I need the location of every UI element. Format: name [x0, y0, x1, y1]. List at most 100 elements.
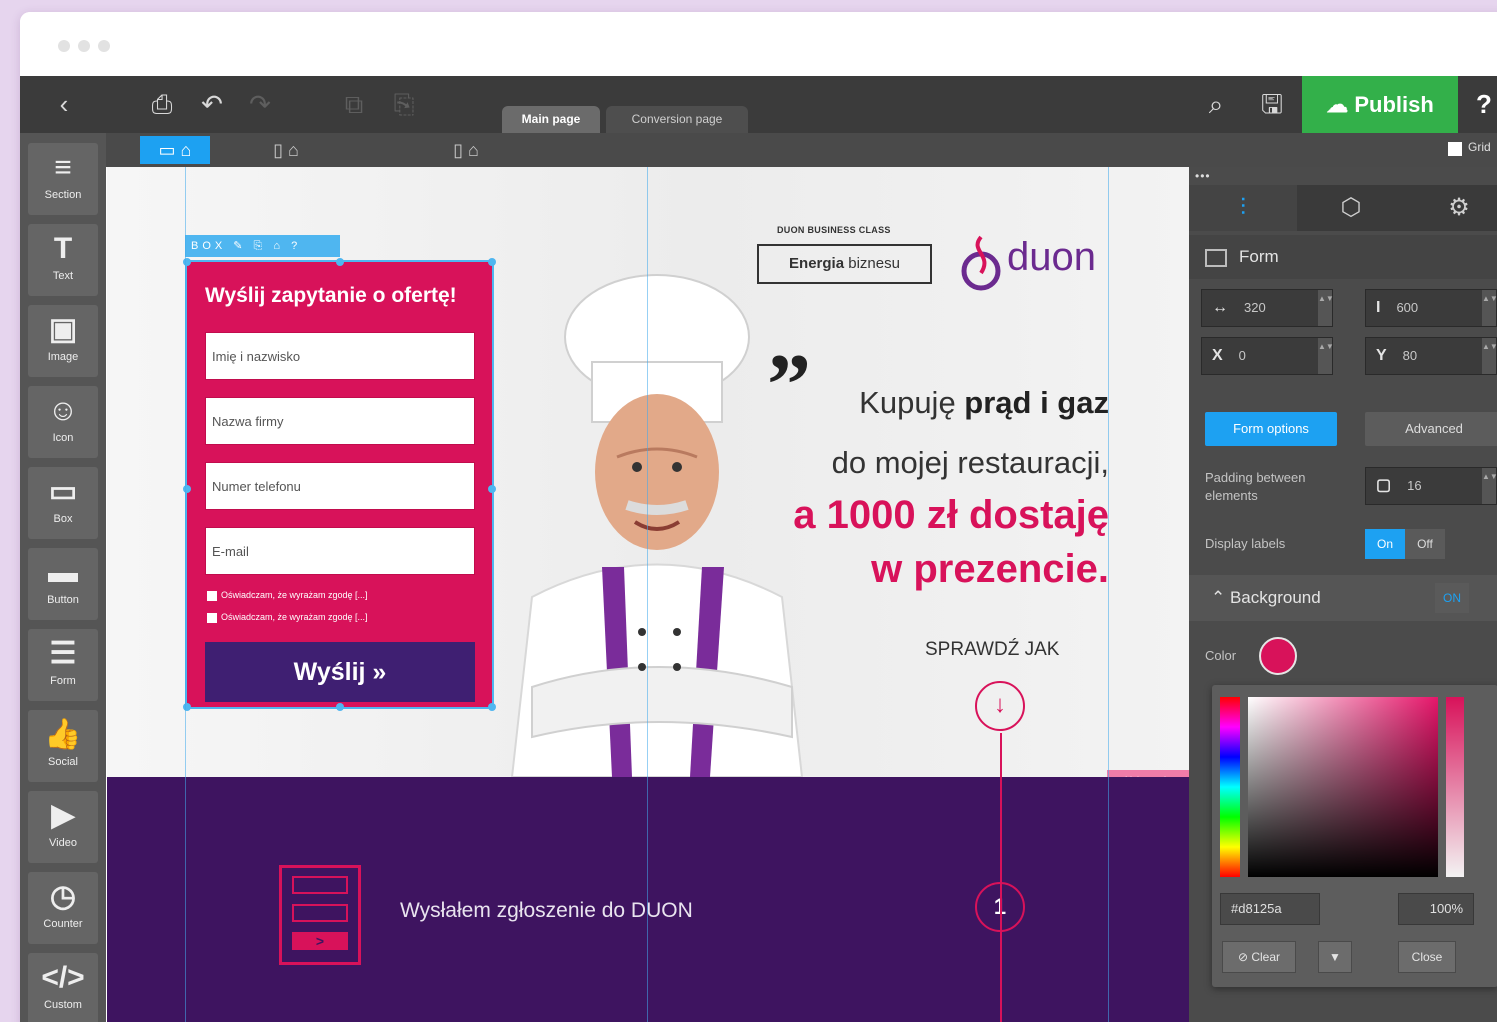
- sidebar-item-icon[interactable]: ☺ Icon: [28, 386, 98, 458]
- print-icon[interactable]: ⎙: [140, 76, 184, 133]
- window-dot[interactable]: [98, 40, 110, 52]
- eyedropper-icon[interactable]: ▼: [1318, 941, 1352, 973]
- stepper-icon[interactable]: ▲▼: [1318, 290, 1334, 326]
- icon-row: [292, 904, 348, 922]
- close-button[interactable]: Close: [1398, 941, 1456, 973]
- labels-off-toggle[interactable]: Off: [1405, 529, 1445, 559]
- email-field[interactable]: E-mail: [205, 527, 475, 575]
- copy-icon[interactable]: ⧉: [332, 76, 376, 133]
- device-bar: ▭ ⌂ ▯ ⌂ ▯ ⌂ Grid: [20, 133, 1497, 167]
- alpha-slider[interactable]: [1446, 697, 1464, 877]
- sidebar-item-counter[interactable]: ◷ Counter: [28, 872, 98, 944]
- window-dot[interactable]: [58, 40, 70, 52]
- checkbox-box[interactable]: [207, 590, 217, 601]
- y-label: Y: [1376, 347, 1387, 364]
- sidebar-item-box[interactable]: ▭ Box: [28, 467, 98, 539]
- padding-input[interactable]: ▢ 16 ▲▼: [1365, 467, 1497, 505]
- color-swatch[interactable]: [1259, 637, 1297, 675]
- consent-checkbox-2[interactable]: Oświadczam, że wyrażam zgodę [...]: [207, 612, 368, 623]
- resize-handle[interactable]: [488, 258, 496, 266]
- background-toggle[interactable]: ON: [1435, 583, 1469, 613]
- headline-line-2: do mojej restauracji,: [831, 445, 1109, 480]
- phone-field[interactable]: Numer telefonu: [205, 462, 475, 510]
- mobile-view-icon[interactable]: ▯ ⌂: [436, 136, 496, 164]
- checkbox-box[interactable]: [207, 612, 217, 623]
- form-options-button[interactable]: Form options: [1205, 412, 1337, 446]
- submit-button[interactable]: Wyślij »: [205, 642, 475, 702]
- desktop-view-icon[interactable]: ▭ ⌂: [140, 136, 210, 164]
- grid-checkbox[interactable]: [1448, 142, 1462, 156]
- panel-tabs: ⫶ ⬡ ⚙: [1189, 185, 1497, 231]
- form-title: Wyślij zapytanie o ofertę!: [205, 284, 457, 307]
- redo-icon[interactable]: ↷: [238, 76, 282, 133]
- tab-style-sliders-icon[interactable]: ⫶: [1189, 185, 1297, 231]
- company-field[interactable]: Nazwa firmy: [205, 397, 475, 445]
- x-label: X: [1212, 347, 1223, 364]
- help-button[interactable]: ?: [1476, 76, 1492, 133]
- resize-handle[interactable]: [488, 485, 496, 493]
- thumbs-up-icon: 👍: [44, 718, 82, 751]
- window-dot[interactable]: [78, 40, 90, 52]
- guide-line: [647, 167, 648, 1022]
- width-value: 320: [1244, 300, 1266, 315]
- logo-text: duon: [1007, 235, 1096, 279]
- code-icon: </>: [41, 961, 85, 994]
- headline-bold: prąd i gaz: [964, 385, 1109, 420]
- panel-grip[interactable]: •••: [1195, 169, 1211, 183]
- opacity-input[interactable]: 100%: [1398, 893, 1474, 925]
- sidebar-item-image[interactable]: ▣ Image: [28, 305, 98, 377]
- sidebar-item-button[interactable]: ▬ Button: [28, 548, 98, 620]
- stepper-icon[interactable]: ▲▼: [1482, 468, 1497, 504]
- name-field[interactable]: Imię i nazwisko: [205, 332, 475, 380]
- element-sidebar: ≡ Section T Text ▣ Image ☺ Icon ▭ Box ▬ Button ☰ Form…: [20, 133, 106, 1022]
- arrow-down-icon[interactable]: ↓: [975, 681, 1025, 731]
- stepper-icon[interactable]: ▲▼: [1318, 338, 1334, 374]
- chevron-up-icon: ⌃: [1211, 588, 1230, 607]
- box-toolbar[interactable]: BOX ✎ ⎘ ⌂ ?: [185, 235, 340, 257]
- quote-mark-icon: ”: [767, 337, 811, 434]
- saturation-area[interactable]: [1248, 697, 1438, 877]
- section-title: Form: [1239, 247, 1279, 266]
- stepper-icon[interactable]: ▲▼: [1482, 338, 1497, 374]
- advanced-button[interactable]: Advanced: [1365, 412, 1497, 446]
- publish-button[interactable]: ☁ Publish: [1302, 76, 1458, 133]
- y-value: 80: [1402, 348, 1418, 363]
- sidebar-item-section[interactable]: ≡ Section: [28, 143, 98, 215]
- tab-settings-gear-icon[interactable]: ⚙: [1405, 185, 1497, 231]
- tab-main-page[interactable]: Main page: [502, 106, 600, 133]
- x-input[interactable]: X 0 ▲▼: [1201, 337, 1334, 375]
- sidebar-item-label: Form: [50, 675, 76, 687]
- back-icon[interactable]: ‹: [42, 76, 86, 133]
- save-icon[interactable]: 🖫: [1250, 76, 1294, 133]
- hero-section: BOX ✎ ⎘ ⌂ ? Wyślij zapytanie o ofertę! I…: [107, 167, 1189, 790]
- sidebar-item-custom[interactable]: </> Custom: [28, 953, 98, 1022]
- tab-conversion-page[interactable]: Conversion page: [606, 106, 748, 133]
- height-input[interactable]: I 600 ▲▼: [1365, 289, 1497, 327]
- sidebar-item-video[interactable]: ▶ Video: [28, 791, 98, 863]
- sidebar-item-social[interactable]: 👍 Social: [28, 710, 98, 782]
- check-how-link[interactable]: SPRAWDŹ JAK: [925, 639, 1059, 661]
- sidebar-item-label: Counter: [43, 918, 83, 930]
- search-icon[interactable]: ⌕: [1194, 76, 1238, 133]
- icon-row: [292, 876, 348, 894]
- width-input[interactable]: ↔ 320 ▲▼: [1201, 289, 1334, 327]
- resize-handle[interactable]: [336, 258, 344, 266]
- paste-icon[interactable]: ⎘: [382, 76, 426, 133]
- undo-icon[interactable]: ↶: [190, 76, 234, 133]
- clear-button[interactable]: ⊘ Clear: [1222, 941, 1296, 973]
- sidebar-item-form[interactable]: ☰ Form: [28, 629, 98, 701]
- tab-layers-icon[interactable]: ⬡: [1297, 185, 1405, 231]
- consent-checkbox-1[interactable]: Oświadczam, że wyrażam zgodę [...]: [207, 590, 368, 601]
- y-input[interactable]: Y 80 ▲▼: [1365, 337, 1497, 375]
- resize-handle[interactable]: [336, 703, 344, 711]
- stepper-icon[interactable]: ▲▼: [1482, 290, 1497, 326]
- contact-form-box[interactable]: Wyślij zapytanie o ofertę! Imię i nazwis…: [185, 260, 494, 709]
- page-canvas: BOX ✎ ⎘ ⌂ ? Wyślij zapytanie o ofertę! I…: [107, 167, 1189, 1022]
- hex-input[interactable]: #d8125a: [1220, 893, 1320, 925]
- labels-on-toggle[interactable]: On: [1365, 529, 1405, 559]
- sidebar-item-text[interactable]: T Text: [28, 224, 98, 296]
- hue-slider[interactable]: [1220, 697, 1240, 877]
- badge-bold-text: Energia: [789, 255, 845, 272]
- tablet-view-icon[interactable]: ▯ ⌂: [256, 136, 316, 164]
- resize-handle[interactable]: [488, 703, 496, 711]
